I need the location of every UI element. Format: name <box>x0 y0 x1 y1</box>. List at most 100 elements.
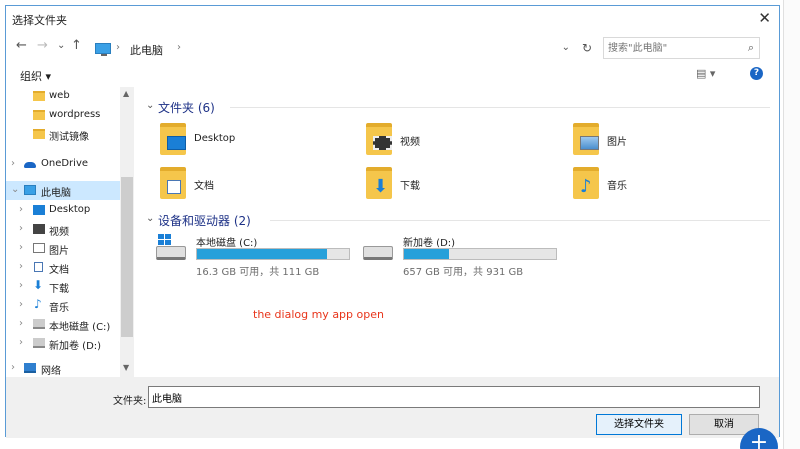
folder-tile-documents[interactable]: 文档 <box>160 165 340 203</box>
expand-chevron-icon[interactable]: › <box>19 337 23 348</box>
navigation-pane: web wordpress 测试镜像 › OneDrive ⌄ 此电脑 › De… <box>6 87 134 377</box>
network-icon <box>24 363 36 373</box>
drive-space-info: 16.3 GB 可用，共 111 GB <box>196 267 320 278</box>
collapse-chevron-icon[interactable]: ⌄ <box>146 213 154 224</box>
close-icon[interactable]: ✕ <box>758 9 771 27</box>
organize-menu-button[interactable]: 组织 ▾ <box>20 68 51 84</box>
forward-arrow-icon[interactable]: → <box>37 38 48 53</box>
picture-icon <box>33 243 45 253</box>
group-header-devices[interactable]: ⌄ 设备和驱动器 (2) <box>146 211 771 231</box>
hard-drive-icon <box>363 246 393 260</box>
collapse-chevron-icon[interactable]: ⌄ <box>146 100 154 111</box>
sidebar-item-test-mirror[interactable]: 测试镜像 <box>6 125 120 144</box>
dialog-title: 选择文件夹 <box>12 14 67 27</box>
sidebar-item-local-disk-c[interactable]: › 本地磁盘 (C:) <box>6 315 120 334</box>
document-badge-icon <box>167 180 181 194</box>
scroll-up-icon[interactable]: ▲ <box>123 89 129 98</box>
expand-chevron-icon[interactable]: › <box>11 362 15 373</box>
folder-name: Desktop <box>194 133 236 144</box>
drive-icon <box>33 338 45 348</box>
folder-tile-videos[interactable]: 视频 <box>366 121 546 159</box>
sidebar-item-label: wordpress <box>49 109 101 120</box>
folder-icon <box>33 91 45 101</box>
expand-chevron-icon[interactable]: › <box>19 223 23 234</box>
expand-chevron-icon[interactable]: › <box>19 280 23 291</box>
title-bar: 选择文件夹 ✕ <box>6 6 779 30</box>
video-icon <box>33 224 45 234</box>
scroll-down-icon[interactable]: ▼ <box>123 363 129 372</box>
local-disk-icon <box>33 319 45 329</box>
sidebar-item-videos[interactable]: › 视频 <box>6 220 120 239</box>
help-icon[interactable]: ? <box>750 67 763 80</box>
folder-tile-music[interactable]: ♪ 音乐 <box>573 165 753 203</box>
folder-tile-downloads[interactable]: ⬇ 下载 <box>366 165 546 203</box>
recent-locations-icon[interactable]: ⌄ <box>57 40 65 51</box>
sidebar-item-label: Desktop <box>49 204 91 215</box>
back-arrow-icon[interactable]: ← <box>16 38 27 53</box>
breadcrumb-separator-icon[interactable]: › <box>116 42 120 53</box>
sidebar-item-label: 视频 <box>49 227 69 238</box>
drive-usage-bar <box>196 248 350 260</box>
expand-chevron-icon[interactable]: › <box>19 204 23 215</box>
picture-badge-icon <box>580 136 599 150</box>
sidebar-item-label: 新加卷 (D:) <box>49 341 102 352</box>
search-box[interactable]: ⌕ <box>603 37 760 59</box>
group-divider <box>230 107 770 108</box>
sidebar-item-label: 下载 <box>49 284 69 295</box>
expand-chevron-icon[interactable]: › <box>19 299 23 310</box>
expand-chevron-icon[interactable]: › <box>19 261 23 272</box>
folder-name: 视频 <box>400 137 420 148</box>
drive-tile-d[interactable]: 新加卷 (D:) 657 GB 可用，共 931 GB <box>363 234 568 278</box>
sidebar-item-music[interactable]: › ♪ 音乐 <box>6 296 120 315</box>
sidebar-item-desktop[interactable]: › Desktop <box>6 201 120 220</box>
group-header-folders[interactable]: ⌄ 文件夹 (6) <box>146 98 771 118</box>
group-divider <box>270 220 770 221</box>
breadcrumb-separator-icon[interactable]: › <box>177 42 181 53</box>
address-bar[interactable]: › 此电脑 › ⌄ ↻ <box>91 37 599 59</box>
dialog-footer: 文件夹: 选择文件夹 取消 <box>6 377 779 438</box>
hard-drive-icon <box>156 246 186 260</box>
onedrive-icon <box>24 162 36 168</box>
view-options-icon[interactable]: ▤ ▾ <box>696 67 715 80</box>
folder-name: 文档 <box>194 181 214 192</box>
drive-name: 本地磁盘 (C:) <box>196 238 258 249</box>
folder-tile-desktop[interactable]: Desktop <box>160 121 340 159</box>
up-arrow-icon[interactable]: ↑ <box>71 38 82 53</box>
drive-name: 新加卷 (D:) <box>403 238 456 249</box>
folder-label: 文件夹: <box>113 396 147 407</box>
sidebar-item-label: 本地磁盘 (C:) <box>49 322 111 333</box>
search-icon[interactable]: ⌕ <box>748 41 754 55</box>
drive-tile-c[interactable]: 本地磁盘 (C:) 16.3 GB 可用，共 111 GB <box>156 234 361 278</box>
folder-name-input[interactable] <box>148 386 760 408</box>
folder-tile-pictures[interactable]: 图片 <box>573 121 753 159</box>
sidebar-item-label: 文档 <box>49 265 69 276</box>
sidebar-item-this-pc[interactable]: ⌄ 此电脑 <box>6 181 120 200</box>
search-input[interactable] <box>608 40 736 56</box>
desktop-icon <box>33 205 45 215</box>
sidebar-item-onedrive[interactable]: › OneDrive <box>6 155 120 174</box>
sidebar-item-label: 图片 <box>49 246 69 257</box>
group-title: 文件夹 (6) <box>158 101 215 115</box>
group-title: 设备和驱动器 (2) <box>158 214 251 228</box>
folder-icon <box>33 129 45 139</box>
collapse-chevron-icon[interactable]: ⌄ <box>11 184 19 195</box>
refresh-icon[interactable]: ↻ <box>582 41 592 55</box>
sidebar-scrollbar[interactable]: ▲ ▼ <box>120 87 134 377</box>
sidebar-item-label: 音乐 <box>49 303 69 314</box>
annotation-text: the dialog my app open <box>253 308 384 321</box>
expand-chevron-icon[interactable]: › <box>19 318 23 329</box>
sidebar-item-documents[interactable]: › 文档 <box>6 258 120 277</box>
breadcrumb-this-pc[interactable]: 此电脑 <box>130 42 163 58</box>
sidebar-item-web[interactable]: web <box>6 87 120 106</box>
sidebar-item-wordpress[interactable]: wordpress <box>6 106 120 125</box>
select-folder-button[interactable]: 选择文件夹 <box>596 414 682 435</box>
expand-chevron-icon[interactable]: › <box>19 242 23 253</box>
scrollbar-thumb[interactable] <box>121 177 133 337</box>
sidebar-item-downloads[interactable]: › ⬇ 下载 <box>6 277 120 296</box>
address-dropdown-icon[interactable]: ⌄ <box>562 42 570 53</box>
sidebar-item-new-volume-d[interactable]: › 新加卷 (D:) <box>6 334 120 353</box>
sidebar-item-network[interactable]: › 网络 <box>6 359 120 377</box>
sidebar-item-pictures[interactable]: › 图片 <box>6 239 120 258</box>
expand-chevron-icon[interactable]: › <box>11 158 15 169</box>
document-icon <box>34 262 43 272</box>
